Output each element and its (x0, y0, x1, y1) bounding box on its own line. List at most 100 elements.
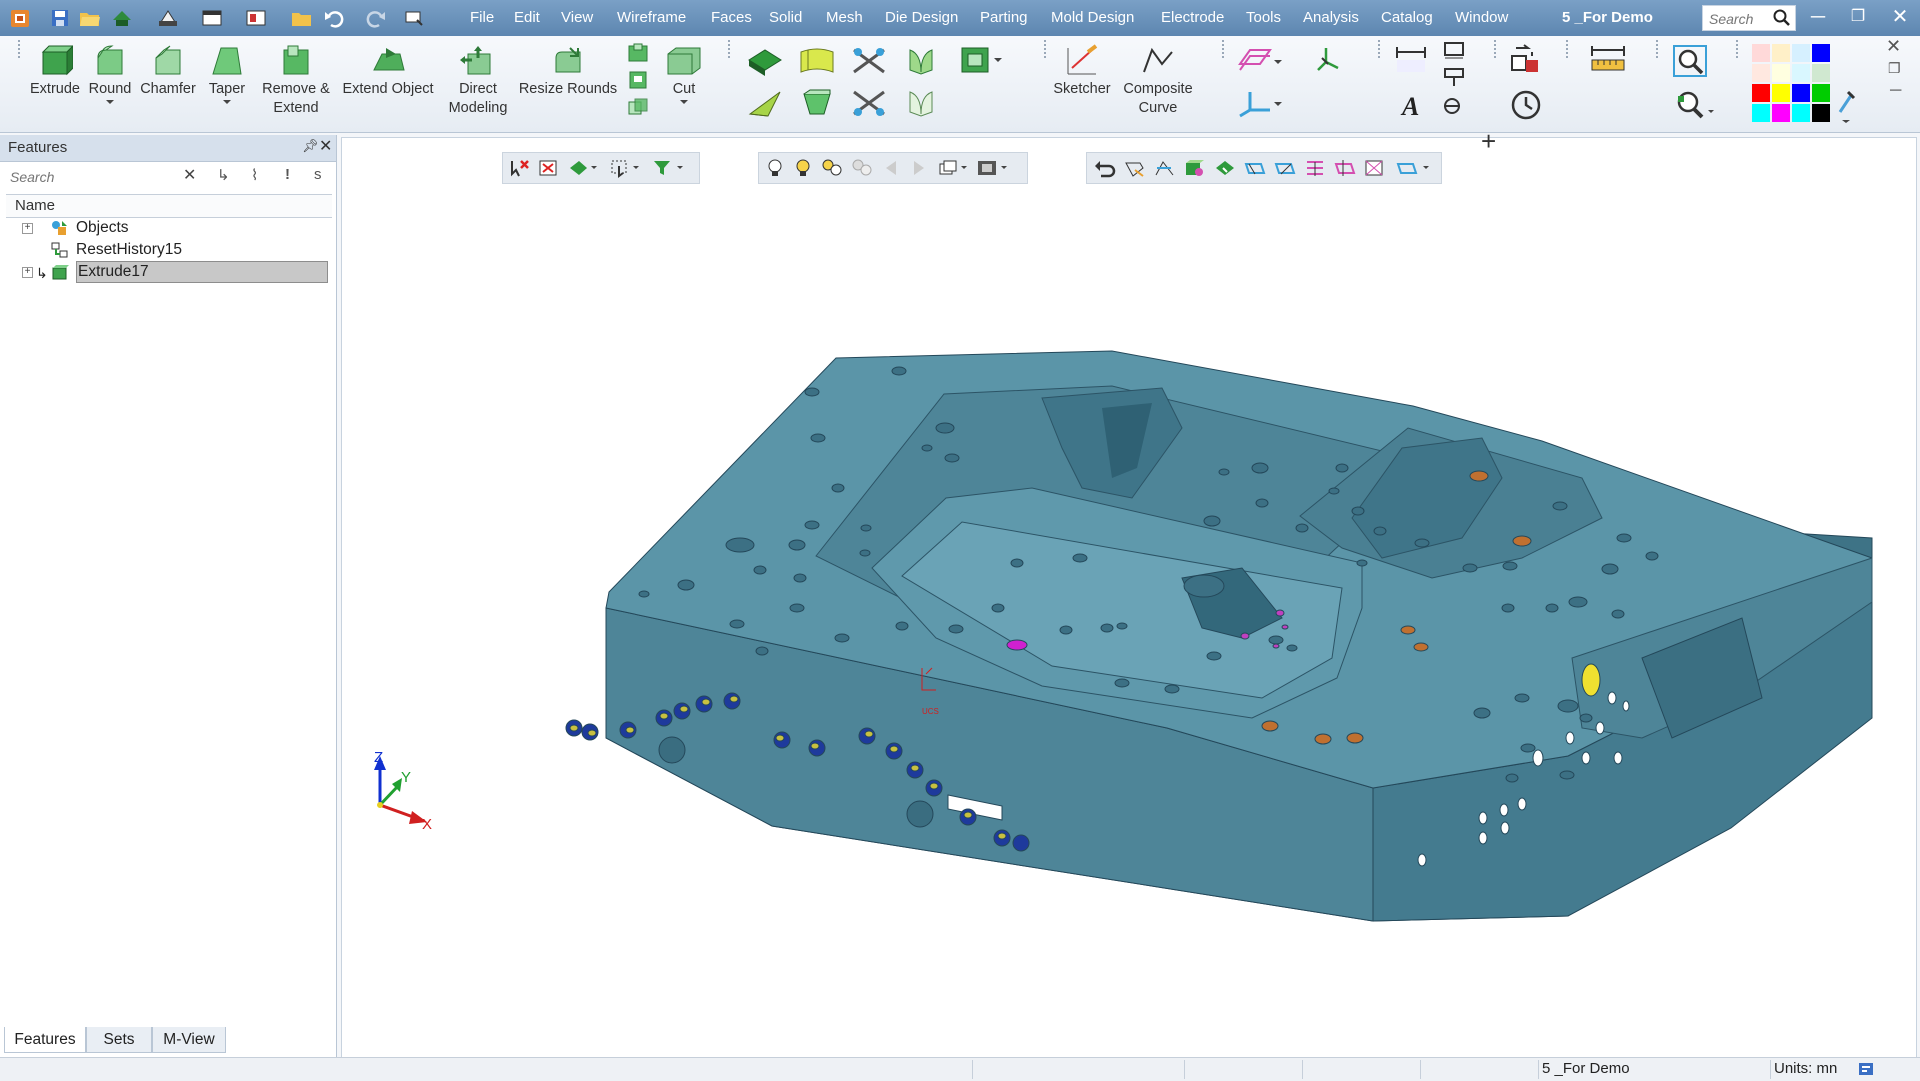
zoom-all-icon[interactable] (1672, 44, 1708, 82)
menu-solid[interactable]: Solid (769, 0, 802, 36)
replace-icon[interactable] (1506, 44, 1544, 82)
redo-icon[interactable] (364, 6, 388, 30)
chamfer-button[interactable]: Chamfer (138, 40, 198, 99)
app-logo-icon[interactable] (8, 6, 32, 30)
solid-intersect-icon[interactable] (626, 96, 650, 122)
extrude-button[interactable]: Extrude (28, 40, 82, 99)
save-icon[interactable] (48, 6, 72, 30)
color-swatch[interactable] (1772, 64, 1790, 82)
color-picker-icon[interactable] (1836, 88, 1856, 128)
menu-wireframe[interactable]: Wireframe (617, 0, 686, 36)
composite-curve-button[interactable]: Composite Curve (1116, 40, 1200, 118)
toolbar-grip[interactable] (1044, 40, 1049, 58)
round-dropdown-icon[interactable] (105, 99, 115, 105)
ribbon-restore-icon[interactable]: ❐ (1888, 60, 1901, 77)
suppress-filter-icon[interactable]: s (314, 166, 322, 183)
color-swatch[interactable] (1772, 44, 1790, 62)
solid-subtract-icon[interactable] (626, 69, 650, 95)
global-search-input[interactable] (1707, 7, 1773, 31)
symbol-icon[interactable] (1440, 92, 1470, 122)
toolbar-grip[interactable] (18, 40, 23, 58)
dimension-icon[interactable] (1394, 44, 1428, 78)
color-swatch[interactable] (1812, 44, 1830, 62)
expand-icon[interactable]: + (22, 267, 33, 278)
ribbon-minimize-icon[interactable]: ─ (1890, 82, 1901, 100)
minimize-button[interactable]: ─ (1800, 0, 1836, 36)
toolbar-grip[interactable] (1566, 40, 1571, 58)
menu-file[interactable]: File (470, 0, 494, 36)
menu-tools[interactable]: Tools (1246, 0, 1281, 36)
close-button[interactable]: ✕ (1882, 0, 1918, 36)
color-swatch[interactable] (1752, 64, 1770, 82)
tab-m-view[interactable]: M-View (152, 1027, 226, 1053)
menu-analysis[interactable]: Analysis (1303, 0, 1359, 36)
global-search-box[interactable] (1702, 5, 1796, 31)
direct-modeling-button[interactable]: Direct Modeling (440, 40, 516, 118)
menu-parting[interactable]: Parting (980, 0, 1028, 36)
toolbar-grip[interactable] (728, 40, 733, 58)
trim-faces-icon[interactable] (850, 46, 888, 80)
color-swatch[interactable] (1772, 104, 1790, 122)
menu-mesh[interactable]: Mesh (826, 0, 863, 36)
color-swatch[interactable] (1752, 104, 1770, 122)
menu-mold-design[interactable]: Mold Design (1051, 0, 1134, 36)
offset-faces-icon[interactable] (958, 44, 1004, 80)
tree-search-input[interactable] (8, 165, 172, 189)
datum-icon[interactable] (1442, 66, 1466, 92)
customize-qat-icon[interactable] (402, 6, 426, 30)
plane-icon[interactable] (1236, 44, 1282, 78)
open-folder-icon[interactable] (78, 6, 102, 30)
warning-filter-icon[interactable]: ! (285, 166, 290, 183)
ruled-face-icon[interactable] (746, 88, 784, 122)
color-swatch[interactable] (1752, 44, 1770, 62)
clear-search-icon[interactable]: ✕ (183, 165, 196, 185)
menu-die-design[interactable]: Die Design (885, 0, 958, 36)
tree-search-box[interactable] (8, 165, 202, 189)
menu-faces[interactable]: Faces (711, 0, 752, 36)
menu-electrode[interactable]: Electrode (1161, 0, 1224, 36)
toolbar-grip[interactable] (1736, 40, 1741, 58)
pin-icon[interactable]: 📌︎ (302, 138, 319, 154)
color-swatch[interactable] (1812, 84, 1830, 102)
ucs-icon[interactable] (1236, 88, 1282, 122)
round-button[interactable]: Round (84, 40, 136, 105)
extend-object-button[interactable]: Extend Object (338, 40, 438, 99)
undo-icon[interactable] (322, 6, 346, 30)
sheet-faces-icon[interactable] (798, 44, 836, 80)
color-swatch[interactable] (1792, 104, 1810, 122)
graphics-viewport[interactable]: + UCS Z Y X (341, 126, 1917, 1058)
filter-arrow-icon[interactable]: ↳ (217, 166, 230, 184)
toolbar-grip[interactable] (1378, 40, 1383, 58)
menu-window[interactable]: Window (1455, 0, 1508, 36)
color-swatch[interactable] (1772, 84, 1790, 102)
menu-edit[interactable]: Edit (514, 0, 540, 36)
cut-dropdown-icon[interactable] (679, 99, 689, 105)
taper-dropdown-icon[interactable] (222, 99, 232, 105)
menu-catalog[interactable]: Catalog (1381, 0, 1433, 36)
color-swatch[interactable] (1792, 64, 1810, 82)
sketcher-button[interactable]: Sketcher (1052, 40, 1112, 99)
mold-model[interactable]: UCS (342, 138, 1916, 1057)
color-swatch[interactable] (1812, 104, 1830, 122)
folder-icon[interactable] (290, 6, 314, 30)
toolbar-grip[interactable] (1222, 40, 1227, 58)
remove-extend-button[interactable]: Remove & Extend (256, 40, 336, 118)
taper-button[interactable]: Taper (201, 40, 253, 105)
toolbar-grip[interactable] (1656, 40, 1661, 58)
load-icon[interactable] (110, 6, 134, 30)
color-swatch[interactable] (1812, 64, 1830, 82)
tab-features[interactable]: Features (4, 1027, 86, 1053)
measure-icon[interactable] (1588, 44, 1628, 78)
print-icon[interactable] (156, 6, 180, 30)
color-palette[interactable] (1752, 42, 1832, 126)
loft-face-icon[interactable] (798, 88, 836, 122)
resize-rounds-button[interactable]: Resize Rounds (516, 40, 620, 99)
untrim-faces-icon[interactable] (850, 88, 888, 122)
window-layout-icon[interactable] (200, 6, 224, 30)
expand-icon[interactable]: + (22, 223, 33, 234)
split-book-icon[interactable] (906, 46, 936, 80)
history-icon[interactable] (1508, 88, 1544, 126)
display-icon[interactable] (244, 6, 268, 30)
menu-view[interactable]: View (561, 0, 593, 36)
zoom-icon[interactable] (1672, 88, 1718, 126)
